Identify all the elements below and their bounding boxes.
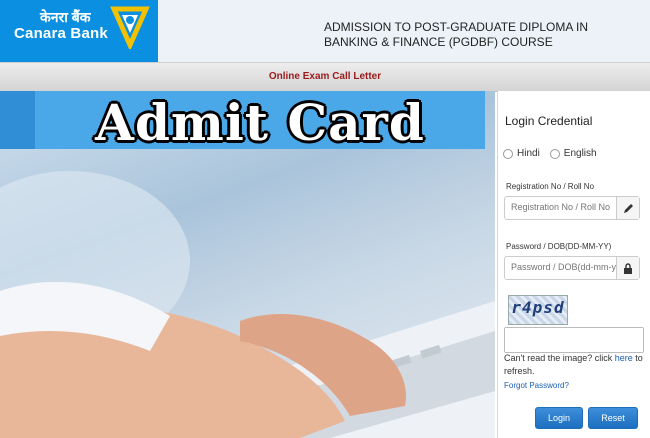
hero-image: Admit Card: [0, 91, 495, 438]
header: केनरा बैंक Canara Bank ADMISSION TO POST…: [0, 0, 650, 62]
logo-english-text: Canara Bank: [14, 25, 108, 42]
lock-icon: [616, 257, 639, 279]
captcha-text: r4psd: [511, 298, 565, 317]
password-label: Password / DOB(DD-MM-YY): [506, 242, 612, 251]
login-panel: Login Credential Hindi English Registrat…: [497, 91, 650, 438]
page-title: ADMISSION TO POST-GRADUATE DIPLOMA IN BA…: [324, 20, 589, 49]
language-selector: Hindi English: [503, 148, 607, 159]
login-title: Login Credential: [505, 114, 593, 128]
password-input[interactable]: [505, 257, 619, 277]
sub-header-bar: Online Exam Call Letter: [0, 62, 650, 92]
refresh-captcha-link[interactable]: here: [615, 353, 633, 363]
hint-prefix: Can't read the image? click: [504, 353, 615, 363]
reset-button[interactable]: Reset: [588, 407, 638, 429]
login-button[interactable]: Login: [535, 407, 583, 429]
captcha-refresh-hint: Can't read the image? click here to refr…: [504, 352, 644, 378]
password-input-group: [504, 256, 640, 280]
registration-input-group: [504, 196, 640, 220]
canara-bank-logo[interactable]: केनरा बैंक Canara Bank: [0, 0, 158, 62]
radio-english[interactable]: [549, 148, 560, 159]
radio-hindi-label[interactable]: Hindi: [517, 148, 540, 159]
registration-input[interactable]: [505, 197, 619, 217]
sub-header-title: Online Exam Call Letter: [268, 71, 382, 82]
radio-hindi[interactable]: [503, 148, 513, 159]
hands-keyboard-illustration: [0, 171, 495, 438]
captcha-input[interactable]: [504, 327, 644, 353]
registration-label: Registration No / Roll No: [506, 182, 595, 191]
radio-english-label[interactable]: English: [564, 148, 597, 159]
captcha-image: r4psd: [508, 295, 568, 325]
canara-logo-icon: [110, 6, 150, 49]
forgot-password-link[interactable]: Forgot Password?: [504, 381, 569, 390]
pencil-icon: [616, 197, 639, 219]
